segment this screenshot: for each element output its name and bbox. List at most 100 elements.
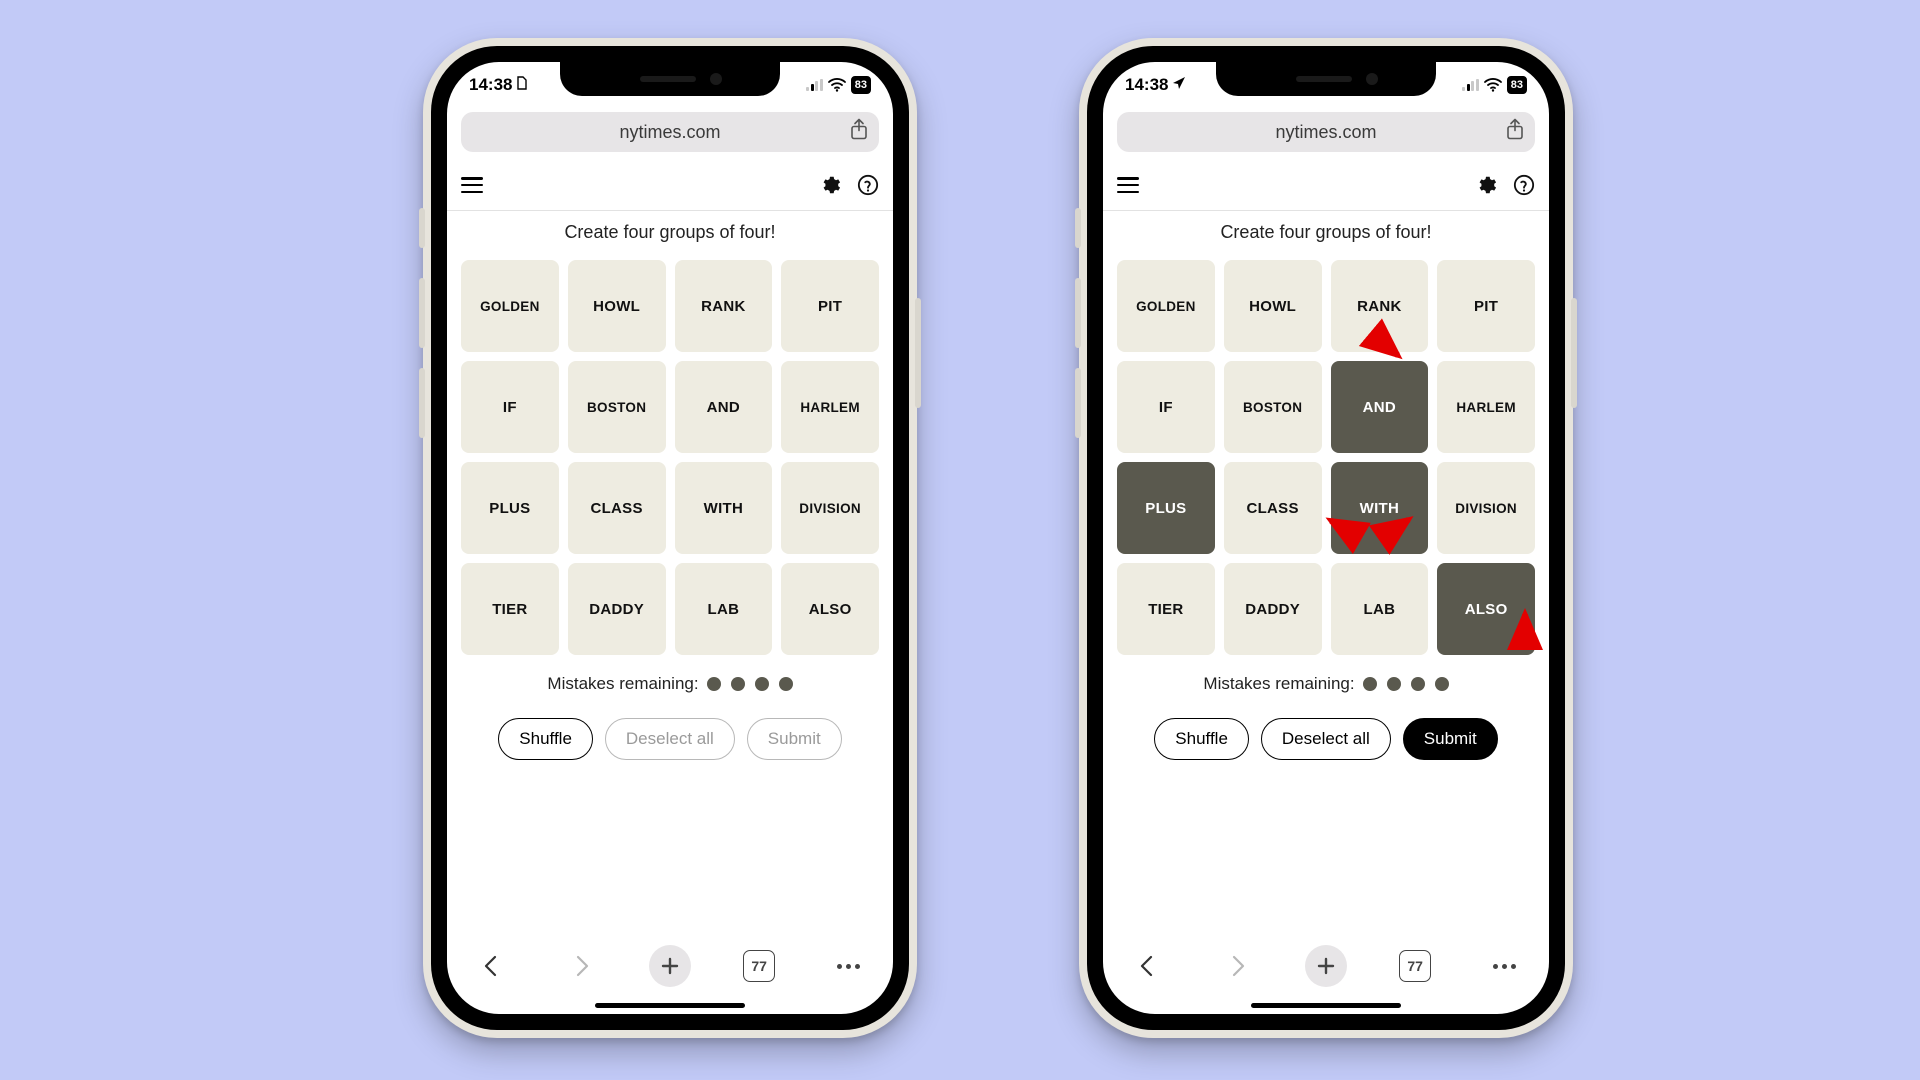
tile-with[interactable]: WITH (675, 462, 773, 554)
forward-button[interactable] (560, 945, 602, 987)
battery-indicator: 83 (851, 76, 871, 94)
wifi-icon (1484, 78, 1502, 92)
tile-division[interactable]: DIVISION (1437, 462, 1535, 554)
forward-button[interactable] (1216, 945, 1258, 987)
tile-lab[interactable]: LAB (1331, 563, 1429, 655)
tile-pit[interactable]: PIT (1437, 260, 1535, 352)
side-button (1075, 368, 1081, 438)
shuffle-button[interactable]: Shuffle (498, 718, 593, 760)
instruction-text: Create four groups of four! (447, 222, 893, 243)
mistakes-label: Mistakes remaining: (547, 674, 698, 694)
share-icon[interactable] (1505, 119, 1525, 146)
address-bar[interactable]: nytimes.com (461, 112, 879, 152)
side-button (419, 368, 425, 438)
mistake-dot (1387, 677, 1401, 691)
status-indicator-icon (1172, 75, 1186, 95)
mistake-dot (1411, 677, 1425, 691)
browser-toolbar: 77 (1103, 936, 1549, 996)
shuffle-button[interactable]: Shuffle (1154, 718, 1249, 760)
new-tab-button[interactable] (649, 945, 691, 987)
tile-also[interactable]: ALSO (781, 563, 879, 655)
status-indicator-icon (516, 75, 528, 95)
phone-notch (560, 62, 780, 96)
phone-bezel: 14:38 83 nytimes.com (1087, 46, 1565, 1030)
deselect-button: Deselect all (605, 718, 735, 760)
tile-and[interactable]: AND (1331, 361, 1429, 453)
tile-grid: GOLDENHOWLRANKPIT IFBOSTONANDHARLEM PLUSCL… (1117, 260, 1535, 655)
phone-notch (1216, 62, 1436, 96)
signal-icon (1462, 79, 1479, 91)
signal-icon (806, 79, 823, 91)
phone-bezel: 14:38 83 nytimes.com (431, 46, 909, 1030)
phone-mockup-right: 14:38 83 nytimes.com (1079, 38, 1573, 1038)
stage: 14:38 83 nytimes.com (0, 0, 1920, 1080)
tile-howl[interactable]: HOWL (1224, 260, 1322, 352)
tile-pit[interactable]: PIT (781, 260, 879, 352)
tile-boston[interactable]: BOSTON (568, 361, 666, 453)
tile-golden[interactable]: GOLDEN (1117, 260, 1215, 352)
tile-tier[interactable]: TIER (461, 563, 559, 655)
gear-icon[interactable] (819, 174, 841, 196)
status-time: 14:38 (469, 75, 512, 95)
address-url: nytimes.com (1275, 122, 1376, 143)
tile-if[interactable]: IF (1117, 361, 1215, 453)
wifi-icon (828, 78, 846, 92)
tile-plus[interactable]: PLUS (1117, 462, 1215, 554)
side-button (915, 298, 921, 408)
home-indicator[interactable] (595, 1003, 745, 1008)
new-tab-button[interactable] (1305, 945, 1347, 987)
tile-tier[interactable]: TIER (1117, 563, 1215, 655)
back-button[interactable] (471, 945, 513, 987)
button-row: Shuffle Deselect all Submit (1103, 718, 1549, 760)
submit-button[interactable]: Submit (1403, 718, 1498, 760)
tile-harlem[interactable]: HARLEM (781, 361, 879, 453)
gear-icon[interactable] (1475, 174, 1497, 196)
more-button[interactable] (827, 945, 869, 987)
app-header (1103, 160, 1549, 211)
tabs-button[interactable]: 77 (1394, 945, 1436, 987)
menu-icon[interactable] (461, 177, 483, 193)
phone-screen: 14:38 83 nytimes.com (1103, 62, 1549, 1014)
battery-indicator: 83 (1507, 76, 1527, 94)
tile-grid: GOLDENHOWLRANKPIT IFBOSTONANDHARLEM PLUSCL… (461, 260, 879, 655)
address-url: nytimes.com (619, 122, 720, 143)
button-row: Shuffle Deselect all Submit (447, 718, 893, 760)
tabs-button[interactable]: 77 (738, 945, 780, 987)
help-icon[interactable] (857, 174, 879, 196)
tile-class[interactable]: CLASS (1224, 462, 1322, 554)
mistake-dot (707, 677, 721, 691)
side-button (1075, 278, 1081, 348)
tile-rank[interactable]: RANK (1331, 260, 1429, 352)
phone-screen: 14:38 83 nytimes.com (447, 62, 893, 1014)
mistake-dot (779, 677, 793, 691)
deselect-button[interactable]: Deselect all (1261, 718, 1391, 760)
more-button[interactable] (1483, 945, 1525, 987)
side-button (1075, 208, 1081, 248)
tile-harlem[interactable]: HARLEM (1437, 361, 1535, 453)
address-bar[interactable]: nytimes.com (1117, 112, 1535, 152)
help-icon[interactable] (1513, 174, 1535, 196)
tile-class[interactable]: CLASS (568, 462, 666, 554)
mistakes-label: Mistakes remaining: (1203, 674, 1354, 694)
back-button[interactable] (1127, 945, 1169, 987)
instruction-text: Create four groups of four! (1103, 222, 1549, 243)
tile-also[interactable]: ALSO (1437, 563, 1535, 655)
tile-lab[interactable]: LAB (675, 563, 773, 655)
side-button (1571, 298, 1577, 408)
home-indicator[interactable] (1251, 1003, 1401, 1008)
tile-division[interactable]: DIVISION (781, 462, 879, 554)
tile-if[interactable]: IF (461, 361, 559, 453)
tile-daddy[interactable]: DADDY (568, 563, 666, 655)
tile-and[interactable]: AND (675, 361, 773, 453)
side-button (419, 278, 425, 348)
tile-daddy[interactable]: DADDY (1224, 563, 1322, 655)
mistake-dot (731, 677, 745, 691)
share-icon[interactable] (849, 119, 869, 146)
tile-golden[interactable]: GOLDEN (461, 260, 559, 352)
tile-boston[interactable]: BOSTON (1224, 361, 1322, 453)
tile-rank[interactable]: RANK (675, 260, 773, 352)
menu-icon[interactable] (1117, 177, 1139, 193)
tile-howl[interactable]: HOWL (568, 260, 666, 352)
tile-plus[interactable]: PLUS (461, 462, 559, 554)
tile-with[interactable]: WITH (1331, 462, 1429, 554)
